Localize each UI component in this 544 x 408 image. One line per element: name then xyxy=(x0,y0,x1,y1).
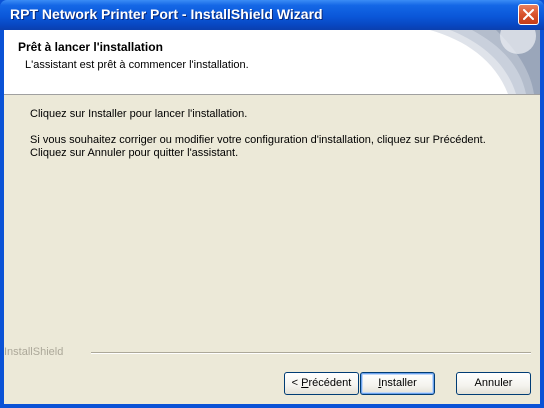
instruction-cancel: Cliquez sur Annuler pour quitter l'assis… xyxy=(30,147,239,159)
instruction-install: Cliquez sur Installer pour lancer l'inst… xyxy=(30,108,248,120)
install-button-label: nstaller xyxy=(381,377,417,389)
footer-separator xyxy=(91,352,531,354)
back-button-mnemonic: P xyxy=(301,377,309,389)
close-icon xyxy=(523,9,534,20)
title-bar[interactable]: RPT Network Printer Port - InstallShield… xyxy=(0,0,544,30)
back-button-prefix: < xyxy=(291,377,302,389)
instruction-modify: Si vous souhaitez corriger ou modifier v… xyxy=(30,134,486,146)
cancel-button[interactable]: Annuler xyxy=(456,372,531,395)
back-button-label: récédent xyxy=(308,377,352,389)
page-title: Prêt à lancer l'installation xyxy=(18,40,163,54)
dialog-client-area: Prêt à lancer l'installation L'assistant… xyxy=(4,30,540,404)
wizard-window: RPT Network Printer Port - InstallShield… xyxy=(0,0,544,408)
wizard-header: Prêt à lancer l'installation L'assistant… xyxy=(4,30,540,95)
back-button[interactable]: < Précédent xyxy=(284,372,359,395)
swoosh-graphic xyxy=(430,30,540,94)
close-button[interactable] xyxy=(518,4,539,25)
install-button[interactable]: Installer xyxy=(360,372,435,395)
cancel-button-label: Annuler xyxy=(474,377,513,389)
installshield-brand: InstallShield xyxy=(4,346,64,358)
page-subtitle: L'assistant est prêt à commencer l'insta… xyxy=(25,59,249,71)
window-title: RPT Network Printer Port - InstallShield… xyxy=(10,6,323,22)
